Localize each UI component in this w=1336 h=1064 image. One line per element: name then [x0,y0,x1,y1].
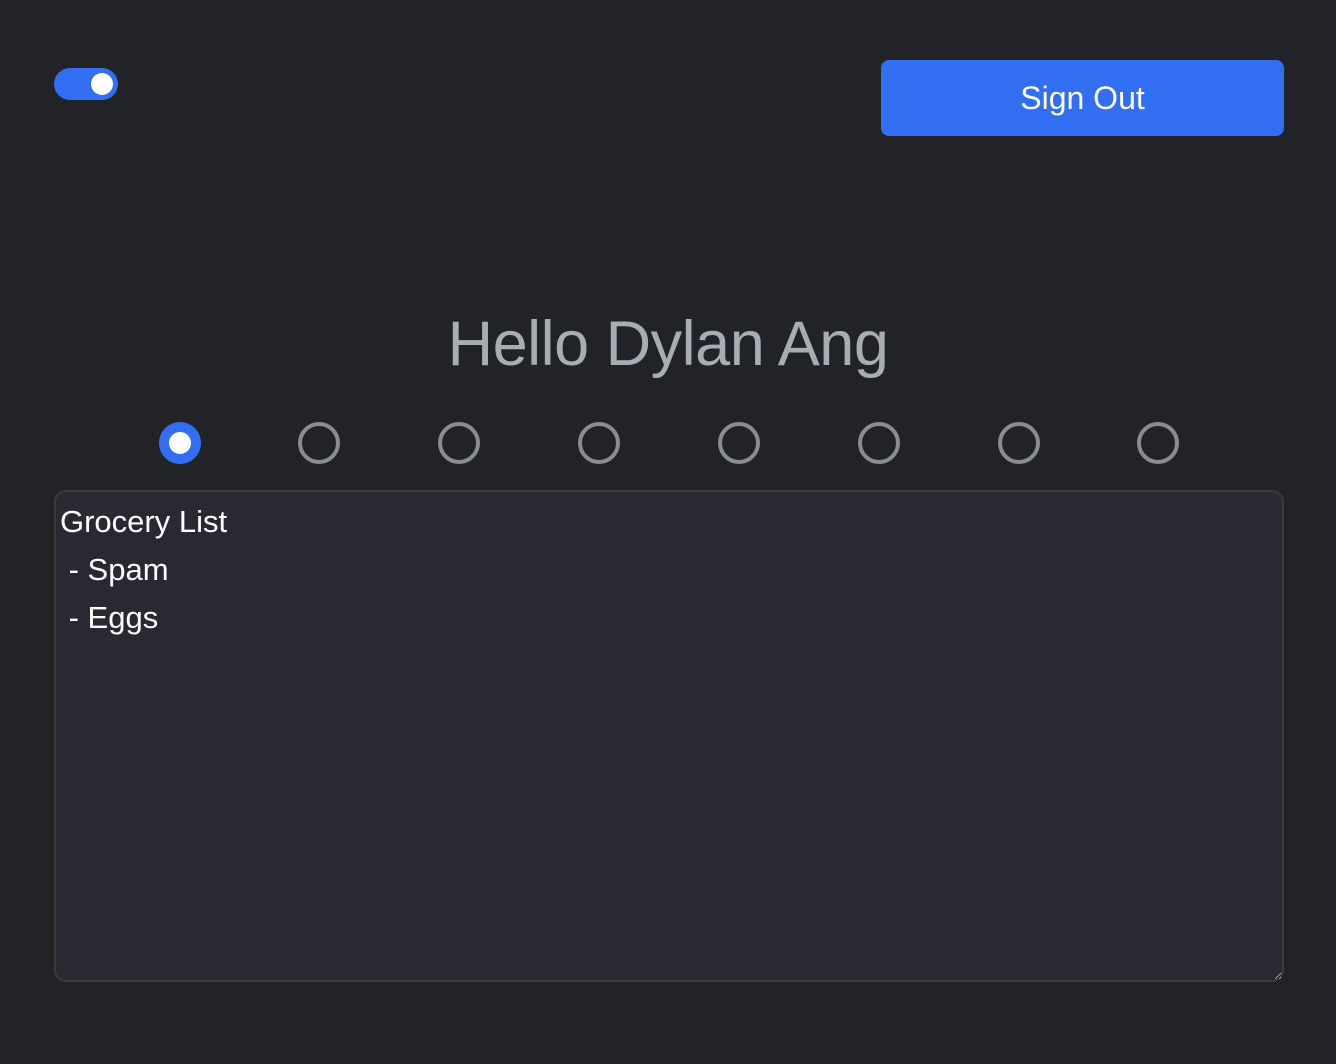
theme-toggle[interactable] [54,68,118,100]
greeting-heading: Hello Dylan Ang [447,309,889,379]
note-slot-radio-2[interactable] [298,422,340,464]
note-slot-radio-3[interactable] [438,422,480,464]
note-slot-radio-8[interactable] [1137,422,1179,464]
note-textarea[interactable] [54,490,1284,982]
note-slot-radio-5[interactable] [718,422,760,464]
note-slot-radio-7[interactable] [998,422,1040,464]
note-slot-selector [0,422,1336,466]
app-page: Sign Out Hello Dylan Ang [0,0,1336,1064]
sign-out-button[interactable]: Sign Out [881,60,1284,136]
note-slot-radio-6[interactable] [858,422,900,464]
note-slot-radio-1[interactable] [159,422,201,464]
toggle-knob [91,73,113,95]
note-slot-radio-4[interactable] [578,422,620,464]
